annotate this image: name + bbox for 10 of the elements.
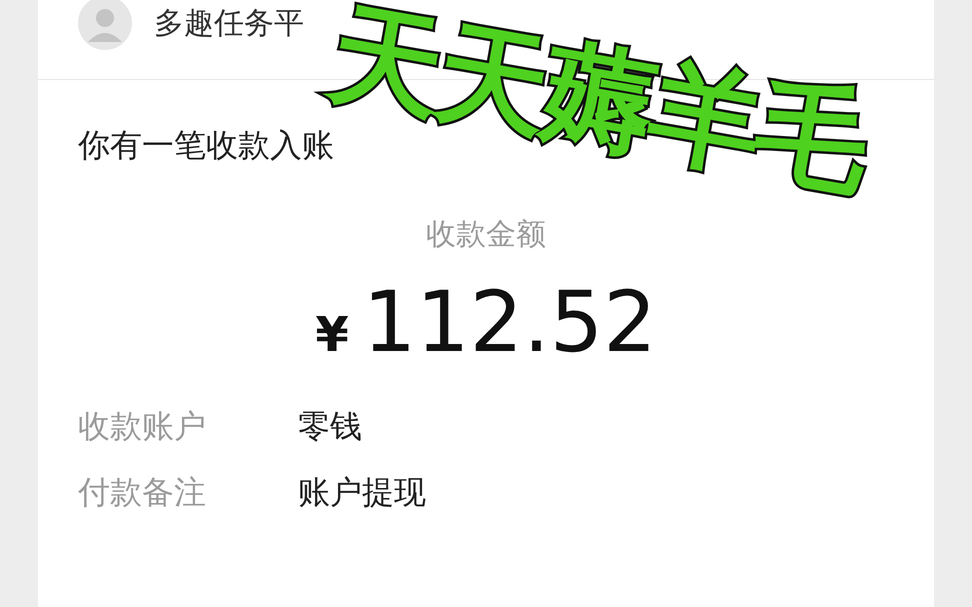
detail-value: 零钱	[298, 406, 362, 447]
avatar-icon	[78, 0, 132, 50]
amount-label: 收款金额	[425, 216, 547, 254]
currency-symbol: ¥	[315, 307, 349, 363]
detail-label: 收款账户	[78, 406, 207, 447]
notification-title: 你有一笔收款入账	[78, 125, 334, 166]
detail-value: 账户提现	[298, 472, 426, 513]
sender-name: 多趣任务平	[154, 4, 304, 42]
amount-value: 112.52	[362, 273, 657, 371]
detail-label: 付款备注	[78, 472, 207, 513]
